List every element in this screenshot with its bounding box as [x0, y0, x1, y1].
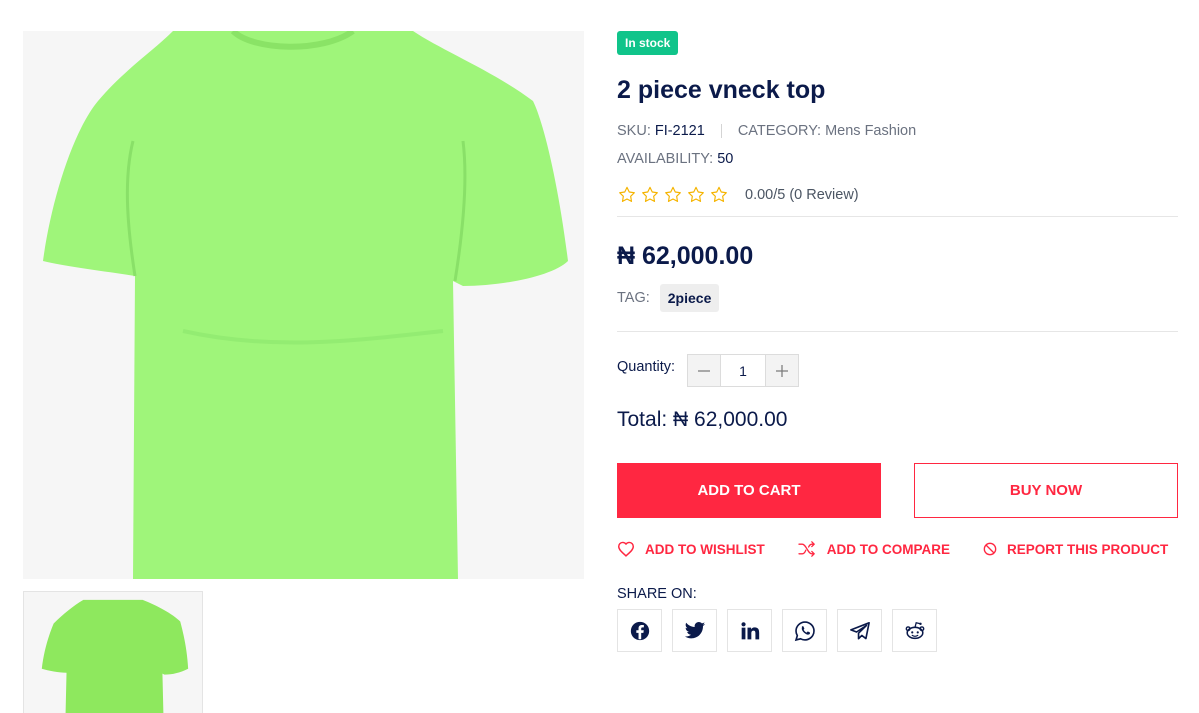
star-outline-icon	[665, 186, 681, 202]
telegram-icon	[849, 621, 870, 640]
star-outline-icon	[688, 186, 704, 202]
product-thumbnail[interactable]	[23, 591, 203, 713]
product-actions: ADD TO WISHLIST ADD TO COMPARE REPORT TH…	[617, 541, 1178, 557]
tag-chip[interactable]: 2piece	[659, 284, 720, 312]
plus-icon	[776, 364, 789, 377]
availability-row: AVAILABILITY: 50	[617, 149, 1178, 169]
ban-icon	[983, 542, 997, 556]
star-outline-icon	[642, 186, 658, 202]
divider	[617, 216, 1178, 217]
reddit-icon	[905, 621, 924, 639]
sku-label: SKU:	[617, 123, 651, 139]
twitter-icon	[684, 621, 705, 638]
compare-label: ADD TO COMPARE	[826, 541, 951, 557]
decrement-button[interactable]	[688, 355, 721, 386]
star-outline-icon	[619, 186, 635, 202]
divider	[617, 331, 1178, 332]
tshirt-image	[23, 31, 584, 579]
share-linkedin-button[interactable]	[727, 609, 772, 652]
buy-now-button[interactable]: BUY NOW	[914, 463, 1178, 518]
add-to-wishlist-link[interactable]: ADD TO WISHLIST	[617, 541, 765, 557]
product-details: In stock 2 piece vneck top SKU: FI-2121 …	[617, 31, 1178, 652]
share-telegram-button[interactable]	[837, 609, 882, 652]
quantity-label: Quantity:	[617, 359, 676, 375]
whatsapp-icon	[794, 620, 815, 641]
stock-badge: In stock	[617, 31, 679, 55]
meta-separator	[720, 124, 722, 138]
share-twitter-button[interactable]	[672, 609, 717, 652]
product-title: 2 piece vneck top	[617, 76, 826, 104]
linkedin-icon	[740, 621, 759, 639]
wishlist-label: ADD TO WISHLIST	[645, 541, 765, 557]
quantity-input[interactable]	[720, 355, 767, 386]
heart-icon	[617, 541, 635, 557]
tag-row: TAG: 2piece	[617, 284, 1178, 312]
report-label: REPORT THIS PRODUCT	[1007, 541, 1169, 557]
sku-category-row: SKU: FI-2121 CATEGORY: Mens Fashion	[617, 121, 1178, 141]
share-facebook-button[interactable]	[617, 609, 662, 652]
report-product-link[interactable]: REPORT THIS PRODUCT	[983, 542, 1168, 557]
rating-stars	[617, 185, 729, 205]
add-to-cart-button[interactable]: ADD TO CART	[617, 463, 881, 518]
sku-value: FI-2121	[654, 123, 705, 139]
share-buttons	[617, 609, 1178, 652]
share-label: SHARE ON:	[617, 586, 697, 602]
total-price: Total: ₦ 62,000.00	[617, 408, 788, 431]
tag-label: TAG:	[617, 290, 650, 306]
quantity-row: Quantity:	[617, 354, 1178, 387]
add-to-compare-link[interactable]: ADD TO COMPARE	[797, 541, 950, 557]
product-main-image[interactable]	[23, 31, 584, 579]
increment-button[interactable]	[766, 355, 799, 386]
share-reddit-button[interactable]	[892, 609, 937, 652]
product-price: ₦ 62,000.00	[617, 242, 754, 270]
quantity-stepper	[687, 354, 800, 387]
category-label: CATEGORY:	[737, 123, 822, 139]
facebook-icon	[630, 621, 649, 640]
star-outline-icon	[711, 186, 727, 202]
availability-value: 50	[717, 151, 734, 167]
category-link[interactable]: Mens Fashion	[825, 123, 916, 139]
rating-text: 0.00/5 (0 Review)	[745, 187, 859, 203]
shuffle-icon	[798, 541, 815, 557]
availability-label: AVAILABILITY:	[617, 151, 714, 167]
rating-row: 0.00/5 (0 Review)	[617, 184, 1178, 206]
purchase-buttons: ADD TO CART BUY NOW	[617, 463, 1178, 518]
share-whatsapp-button[interactable]	[782, 609, 827, 652]
minus-icon	[698, 369, 711, 372]
tshirt-thumbnail-image	[24, 592, 202, 713]
